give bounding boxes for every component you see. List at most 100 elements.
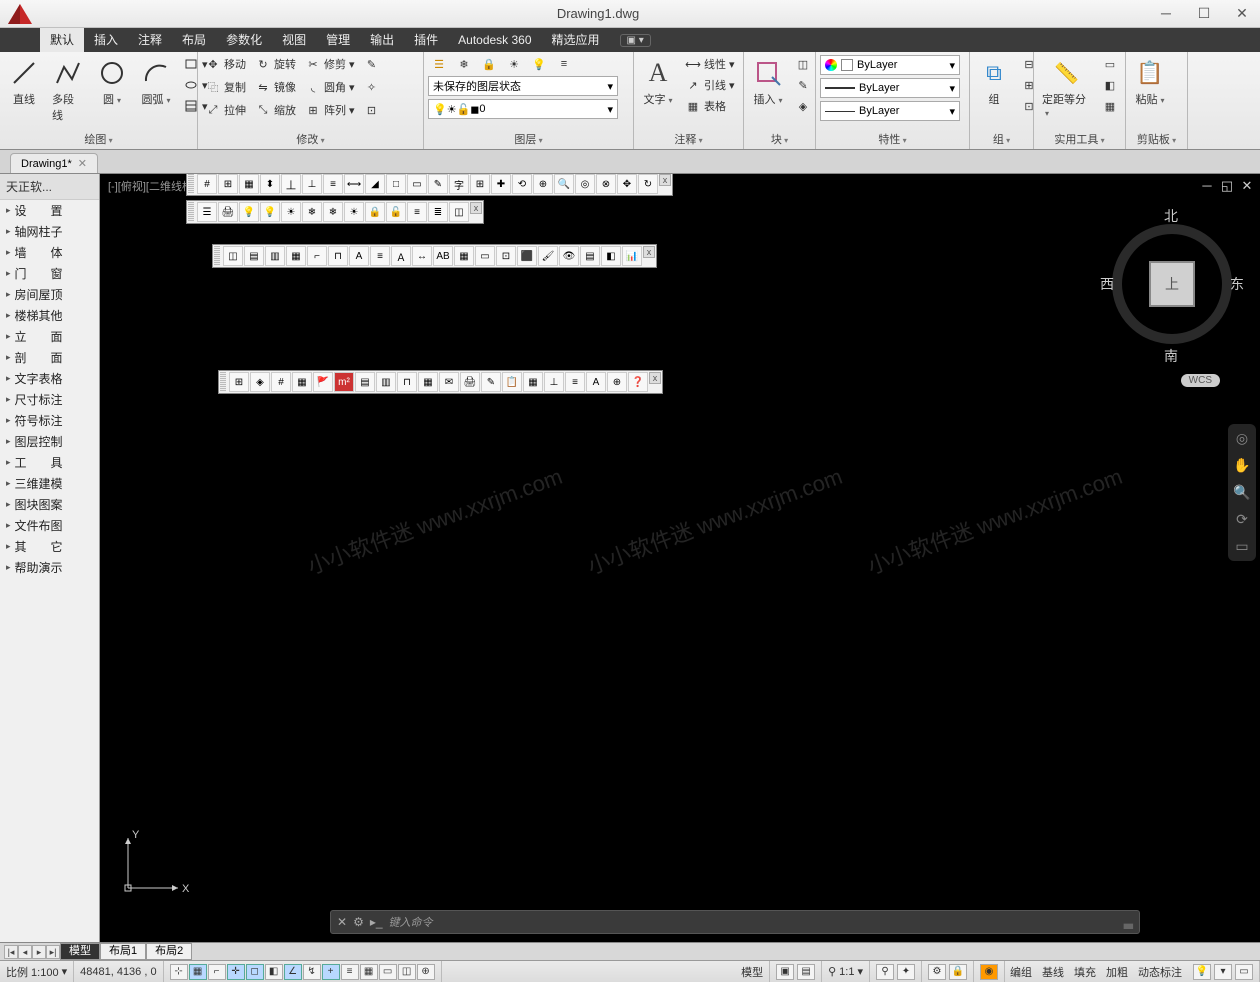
insert-block-button[interactable]: 插入 xyxy=(748,55,788,109)
erase-icon[interactable]: ✎ xyxy=(361,55,383,73)
sb-bulb-icon[interactable]: 💡 xyxy=(1193,964,1211,980)
viewcube-east[interactable]: 东 xyxy=(1230,274,1244,294)
status-scale[interactable]: 比例 1:100 ▾ xyxy=(0,961,74,982)
color-dropdown[interactable]: ByLayer▾ xyxy=(820,55,960,75)
rotate-button[interactable]: ↻旋转 xyxy=(252,55,299,73)
offset-icon[interactable]: ⊡ xyxy=(361,101,383,119)
edit-block-icon[interactable]: ✎ xyxy=(792,76,814,94)
sidebar-item-15[interactable]: 文件布图 xyxy=(0,515,99,536)
tab-next-icon[interactable]: ▸ xyxy=(32,945,46,959)
tab-autodesk360[interactable]: Autodesk 360 xyxy=(448,28,541,52)
tab-layout1[interactable]: 布局1 xyxy=(100,943,146,960)
sb-ortho-icon[interactable]: ⌐ xyxy=(208,964,226,980)
layer-state-dropdown[interactable]: 未保存的图层状态▾ xyxy=(428,76,618,96)
sb-fill[interactable]: 填充 xyxy=(1069,964,1101,980)
group-button[interactable]: ⧉组 xyxy=(974,55,1014,109)
layer-current-dropdown[interactable]: 💡☀🔓◼ 0▾ xyxy=(428,99,618,119)
tab-model[interactable]: 模型 xyxy=(60,943,100,960)
sb-dynann[interactable]: 动态标注 xyxy=(1133,964,1187,980)
linetype-dropdown[interactable]: ByLayer▾ xyxy=(820,101,960,121)
sb-qp-icon[interactable]: ▭ xyxy=(379,964,397,980)
sb-av2-icon[interactable]: ✦ xyxy=(897,964,915,980)
trim-button[interactable]: ✂修剪▾ xyxy=(302,55,358,73)
sidebar-item-6[interactable]: 立 面 xyxy=(0,326,99,347)
tab-parametric[interactable]: 参数化 xyxy=(216,28,272,52)
util-icon3[interactable]: ▦ xyxy=(1099,97,1121,115)
nav-pan-icon[interactable]: ✋ xyxy=(1233,457,1250,474)
tab-annotate[interactable]: 注释 xyxy=(128,28,172,52)
tab-last-icon[interactable]: ▸| xyxy=(46,945,60,959)
viewcube-south[interactable]: 南 xyxy=(1164,346,1178,366)
status-model-btn[interactable]: 模型 xyxy=(735,961,770,982)
panel-block-title[interactable]: 块 xyxy=(748,129,811,149)
tab-manage[interactable]: 管理 xyxy=(316,28,360,52)
tab-default[interactable]: 默认 xyxy=(40,28,84,52)
leader-button[interactable]: ↗引线▾ xyxy=(682,76,738,94)
toolbar-close-icon[interactable]: x xyxy=(659,174,671,186)
tab-insert[interactable]: 插入 xyxy=(84,28,128,52)
status-annoscale[interactable]: ⚲ 1:1 ▾ xyxy=(822,961,870,982)
viewcube-top[interactable]: 上 xyxy=(1149,261,1195,307)
float-toolbar-3[interactable]: ◫▤▥▦⌐⊓A≡Ａ↔AB▦▭⊡⬛🖌👁▤◧📊 x xyxy=(212,244,657,268)
toolbar-grip-icon[interactable] xyxy=(188,174,194,194)
tab-first-icon[interactable]: |◂ xyxy=(4,945,18,959)
tab-plugins[interactable]: 插件 xyxy=(404,28,448,52)
array-button[interactable]: ⊞阵列▾ xyxy=(302,101,358,119)
tb1-icon[interactable]: # xyxy=(197,174,217,194)
sidebar-item-1[interactable]: 轴网柱子 xyxy=(0,221,99,242)
layer-match-icon[interactable]: ≡ xyxy=(553,55,575,73)
sb-snap-icon[interactable]: ⊹ xyxy=(170,964,188,980)
sb-dyn-icon[interactable]: + xyxy=(322,964,340,980)
view-cube[interactable]: 上 北 南 西 东 xyxy=(1102,204,1242,364)
tab-output[interactable]: 输出 xyxy=(360,28,404,52)
viewcube-west[interactable]: 西 xyxy=(1100,274,1114,294)
panel-layer-title[interactable]: 图层 xyxy=(428,129,629,149)
float-toolbar-2[interactable]: ☰🖨💡💡☀❄❄☀🔒🔓≡≣◫ x xyxy=(186,200,484,224)
scale-button[interactable]: ⤡缩放 xyxy=(252,101,299,119)
panel-group-title[interactable]: 组 xyxy=(974,129,1029,149)
doc-max-icon[interactable]: ◱ xyxy=(1220,178,1234,194)
sidebar-item-12[interactable]: 工 具 xyxy=(0,452,99,473)
layer-off-icon[interactable]: 💡 xyxy=(528,55,550,73)
nav-orbit-icon[interactable]: ⟳ xyxy=(1236,511,1248,528)
copy-button[interactable]: ⿻复制 xyxy=(202,78,249,96)
nav-show-icon[interactable]: ▭ xyxy=(1235,538,1248,555)
panel-clip-title[interactable]: 剪贴板 xyxy=(1130,129,1183,149)
tab-layout2[interactable]: 布局2 xyxy=(146,943,192,960)
sb-baseline[interactable]: 基线 xyxy=(1037,964,1069,980)
panel-prop-title[interactable]: 特性 xyxy=(820,129,965,149)
tab-layout[interactable]: 布局 xyxy=(172,28,216,52)
sidebar-item-3[interactable]: 门 窗 xyxy=(0,263,99,284)
sidebar-item-0[interactable]: 设 置 xyxy=(0,200,99,221)
sb-3dosnap-icon[interactable]: ◧ xyxy=(265,964,283,980)
sb-hw-icon[interactable]: ◉ xyxy=(980,964,998,980)
wcs-badge[interactable]: WCS xyxy=(1181,374,1220,387)
layer-iso-icon[interactable]: ☀ xyxy=(503,55,525,73)
sb-lwt-icon[interactable]: ≡ xyxy=(341,964,359,980)
sb-osnap-icon[interactable]: ◻ xyxy=(246,964,264,980)
sb-lock-icon[interactable]: 🔒 xyxy=(949,964,967,980)
sidebar-item-14[interactable]: 图块图案 xyxy=(0,494,99,515)
sidebar-item-16[interactable]: 其 它 xyxy=(0,536,99,557)
nav-wheel-icon[interactable]: ◎ xyxy=(1236,430,1248,447)
drawing-canvas[interactable]: [-][俯视][二维线框] ─ ◱ ✕ #⊞▦⬍丄⊥≡⟷◢□▭✎字⊞✚⟲⊕🔍◎⊗… xyxy=(100,174,1260,942)
cmd-close-icon[interactable]: ✕ xyxy=(337,915,347,929)
tab-close-icon[interactable]: ✕ xyxy=(78,157,87,170)
layer-prop-icon[interactable]: ☰ xyxy=(428,55,450,73)
sidebar-item-11[interactable]: 图层控制 xyxy=(0,431,99,452)
move-button[interactable]: ✥移动 xyxy=(202,55,249,73)
sb-ducs-icon[interactable]: ↯ xyxy=(303,964,321,980)
command-line[interactable]: ✕ ⚙ ▸_ 键入命令 ▃ xyxy=(330,910,1140,934)
sidebar-item-5[interactable]: 楼梯其他 xyxy=(0,305,99,326)
lineweight-dropdown[interactable]: ByLayer▾ xyxy=(820,78,960,98)
line-button[interactable]: 直线 xyxy=(4,55,44,109)
polyline-button[interactable]: 多段线 xyxy=(48,55,88,125)
layer-lock-icon[interactable]: 🔒 xyxy=(478,55,500,73)
sb-sc-icon[interactable]: ◫ xyxy=(398,964,416,980)
float-toolbar-4[interactable]: ⊞◈#▦🚩m²▤▥⊓▦✉🖨✎📋▦⊥≡A⊕❓ x xyxy=(218,370,663,394)
sb-grid-icon[interactable]: ▦ xyxy=(189,964,207,980)
create-block-icon[interactable]: ◫ xyxy=(792,55,814,73)
util-icon2[interactable]: ◧ xyxy=(1099,76,1121,94)
attr-block-icon[interactable]: ◈ xyxy=(792,97,814,115)
sb-clean-icon[interactable]: ▭ xyxy=(1235,964,1253,980)
